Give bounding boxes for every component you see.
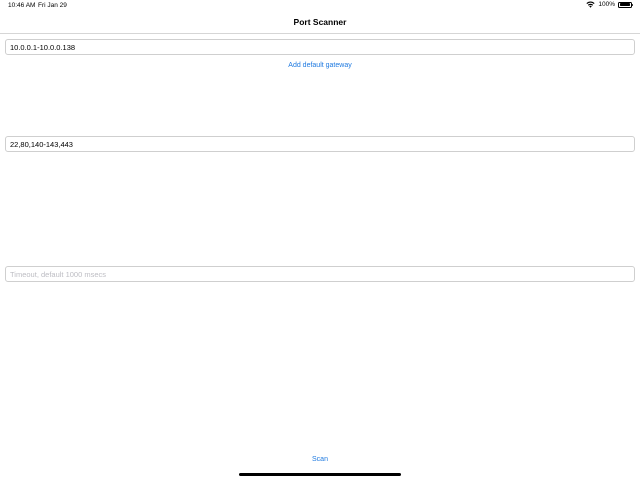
add-default-gateway-button[interactable]: Add default gateway bbox=[0, 62, 640, 69]
battery-tip bbox=[632, 4, 634, 7]
ip-range-field[interactable]: 10.0.0.1-10.0.0.138 bbox=[5, 39, 635, 55]
navigation-bar: Port Scanner bbox=[0, 12, 640, 34]
status-time: 10:46 AM bbox=[8, 2, 36, 9]
home-indicator[interactable] bbox=[239, 473, 401, 476]
status-right: 100% bbox=[586, 1, 634, 8]
battery-fill bbox=[619, 3, 631, 6]
scan-button[interactable]: Scan bbox=[0, 456, 640, 463]
battery-icon bbox=[618, 1, 634, 8]
page-title: Port Scanner bbox=[293, 17, 347, 27]
app-screen: 10:46 AM Fri Jan 29 100% Port Scanner 10… bbox=[0, 0, 640, 480]
battery-percent: 100% bbox=[598, 1, 615, 8]
status-date: Fri Jan 29 bbox=[38, 2, 67, 9]
timeout-field[interactable]: Timeout, default 1000 msecs bbox=[5, 266, 635, 282]
ports-field[interactable]: 22,80,140-143,443 bbox=[5, 136, 635, 152]
wifi-icon bbox=[586, 1, 595, 8]
status-bar: 10:46 AM Fri Jan 29 100% bbox=[0, 0, 640, 12]
